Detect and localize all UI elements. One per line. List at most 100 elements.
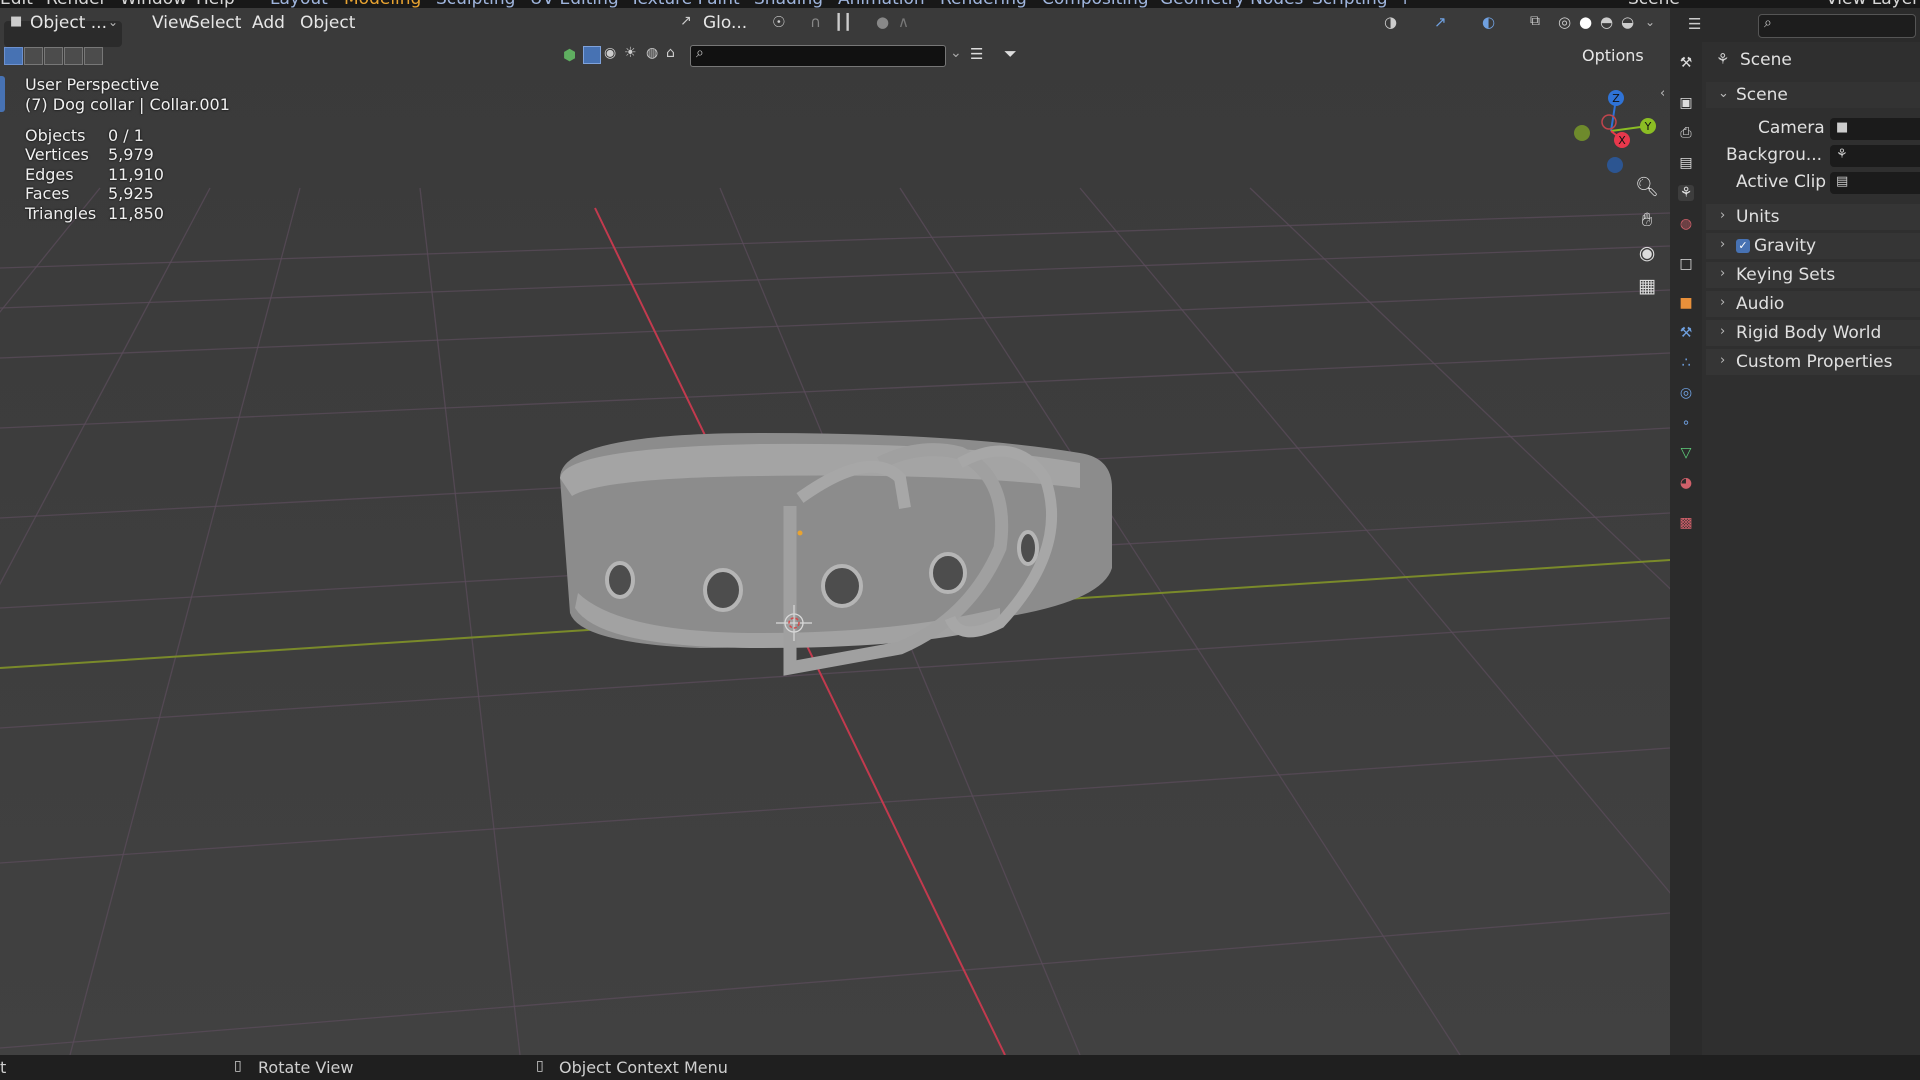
rigid-body-world-label[interactable]: Rigid Body World: [1736, 323, 1881, 343]
mode-dropdown-label[interactable]: Object ...: [30, 13, 107, 33]
tab-modeling[interactable]: Modeling: [344, 0, 421, 8]
select-extend-icon[interactable]: [24, 47, 43, 65]
physics-icon[interactable]: ◎: [1678, 385, 1694, 401]
tab-compositing[interactable]: Compositing: [1042, 0, 1149, 8]
search-options-chevron-icon[interactable]: ⌄: [950, 45, 962, 61]
audio-chevron-icon: ›: [1720, 295, 1726, 310]
properties-header: ☰ ⌕: [1670, 8, 1920, 42]
texture-icon[interactable]: ▩: [1678, 515, 1694, 531]
tab-shading[interactable]: Shading: [754, 0, 823, 8]
collection-properties-icon[interactable]: □: [1678, 256, 1694, 272]
constraints-icon[interactable]: ∘: [1678, 415, 1694, 431]
visibility-eye-icon[interactable]: ◑: [1384, 13, 1397, 31]
particles-icon[interactable]: ∴: [1678, 355, 1694, 371]
filter-funnel-icon[interactable]: ⏷: [1004, 44, 1017, 64]
camera-view-icon[interactable]: ◉: [1632, 238, 1662, 268]
search-icon: ⌕: [696, 45, 704, 61]
keying-sets-label[interactable]: Keying Sets: [1736, 265, 1835, 285]
tab-geometry-nodes[interactable]: Geometry Nodes: [1160, 0, 1303, 8]
tab-uv-editing[interactable]: UV Editing: [530, 0, 619, 8]
perspective-grid-icon[interactable]: ▦: [1632, 271, 1662, 301]
options-dropdown[interactable]: Options: [1582, 46, 1644, 65]
tab-layout[interactable]: Layout: [270, 0, 328, 8]
zoom-icon[interactable]: 🔍︎: [1632, 172, 1662, 202]
select-intersect-icon[interactable]: [84, 47, 103, 65]
world-properties-icon[interactable]: ◍: [1678, 216, 1694, 232]
custom-properties-label[interactable]: Custom Properties: [1736, 352, 1892, 372]
filter-mesh-icon[interactable]: [583, 46, 601, 64]
xray-toggle-icon[interactable]: ⧉: [1530, 13, 1540, 29]
view-layer-icon[interactable]: ▤: [1678, 155, 1694, 171]
outliner-search-input[interactable]: [690, 45, 946, 67]
transform-orientation-icon: ↗: [680, 13, 692, 29]
sort-list-icon[interactable]: ☰: [970, 45, 983, 63]
overlays-icon[interactable]: ◐: [1482, 13, 1495, 31]
mouse-middle-icon: ▯: [234, 1058, 242, 1074]
3d-viewport[interactable]: User Perspective (7) Dog collar | Collar…: [0, 8, 1670, 1055]
solid-shading-icon[interactable]: ●: [1579, 13, 1592, 31]
menu-edit[interactable]: Edit: [0, 0, 33, 8]
units-label[interactable]: Units: [1736, 207, 1779, 227]
sidebar-toggle-icon[interactable]: ‹: [1660, 86, 1665, 101]
shading-options-chevron-icon[interactable]: ⌄: [1645, 15, 1655, 29]
pivot-point-icon[interactable]: ☉: [772, 13, 785, 31]
active-clip-label: Active Clip: [1736, 172, 1827, 192]
select-subtract-icon[interactable]: [44, 47, 63, 65]
material-shading-icon[interactable]: ◓: [1600, 13, 1613, 31]
menu-object[interactable]: Object: [300, 13, 355, 33]
object-properties-icon[interactable]: ■: [1678, 295, 1694, 311]
toolbar-edge-tab[interactable]: [0, 76, 5, 112]
rendered-shading-icon[interactable]: ◒: [1621, 13, 1634, 31]
gravity-label[interactable]: Gravity: [1754, 236, 1816, 256]
menu-add[interactable]: Add: [252, 13, 285, 33]
audio-label[interactable]: Audio: [1736, 294, 1784, 314]
tab-texture-paint[interactable]: Texture Paint: [630, 0, 740, 8]
snap-magnet-icon[interactable]: ∩: [810, 13, 821, 31]
camera-field-icon: ■: [1836, 120, 1849, 135]
stat-faces-value: 5,925: [108, 184, 154, 203]
render-properties-icon[interactable]: ▣: [1678, 95, 1694, 111]
menu-select[interactable]: Select: [189, 13, 241, 33]
collection-color-icon[interactable]: ⬢: [563, 46, 576, 64]
status-left-text: t: [0, 1058, 7, 1077]
pan-hand-icon[interactable]: ✋︎: [1632, 205, 1662, 235]
gravity-checkbox[interactable]: ✓: [1736, 239, 1750, 253]
scene-properties-icon[interactable]: ⚘: [1678, 185, 1694, 201]
tab-rendering[interactable]: Rendering: [940, 0, 1027, 8]
select-box-icon[interactable]: [4, 47, 23, 65]
falloff-icon[interactable]: ∧: [898, 13, 909, 31]
properties-search-input[interactable]: [1758, 14, 1916, 38]
tab-scripting[interactable]: Scripting: [1312, 0, 1388, 8]
scene-selector[interactable]: Scene: [1628, 0, 1680, 8]
navigation-gizmo[interactable]: Z Y X: [1556, 86, 1666, 186]
filter-camera-icon[interactable]: ◉: [604, 45, 616, 61]
menu-render[interactable]: Render: [46, 0, 107, 8]
select-invert-icon[interactable]: [64, 47, 83, 65]
transform-orientation-dropdown[interactable]: Glo...: [703, 13, 747, 33]
menu-window[interactable]: Window: [120, 0, 187, 8]
mesh-data-icon[interactable]: ▽: [1678, 445, 1694, 461]
modifier-wrench-icon[interactable]: ⚒: [1678, 325, 1694, 341]
output-properties-icon[interactable]: ⎙: [1678, 125, 1694, 141]
menu-help[interactable]: Help: [196, 0, 235, 8]
snap-target-icon[interactable]: ┃┃: [834, 13, 852, 31]
add-workspace-button[interactable]: +: [1398, 0, 1412, 8]
menu-view[interactable]: View: [152, 13, 192, 33]
view-layer-selector[interactable]: View Layer: [1826, 0, 1919, 8]
gizmo-toggle-icon[interactable]: ↗: [1434, 13, 1447, 31]
chevron-down-icon: ⌄: [108, 15, 119, 29]
stat-vertices-value: 5,979: [108, 145, 154, 164]
scene-section-title[interactable]: Scene: [1736, 85, 1788, 105]
material-icon[interactable]: ◕: [1678, 475, 1694, 491]
rigid-body-chevron-icon: ›: [1720, 324, 1726, 339]
filter-other-icon[interactable]: ⌂: [666, 45, 675, 61]
tool-settings-icon[interactable]: ⚒: [1678, 55, 1694, 71]
wireframe-shading-icon[interactable]: ◎: [1558, 13, 1571, 31]
editor-type-icon[interactable]: ☰: [1688, 15, 1701, 33]
filter-world-icon[interactable]: ◍: [646, 45, 658, 61]
properties-search-icon: ⌕: [1764, 15, 1772, 31]
filter-light-icon[interactable]: ☀: [624, 45, 637, 61]
tab-sculpting[interactable]: Sculpting: [436, 0, 515, 8]
proportional-edit-icon[interactable]: ●: [876, 13, 889, 31]
tab-animation[interactable]: Animation: [838, 0, 925, 8]
